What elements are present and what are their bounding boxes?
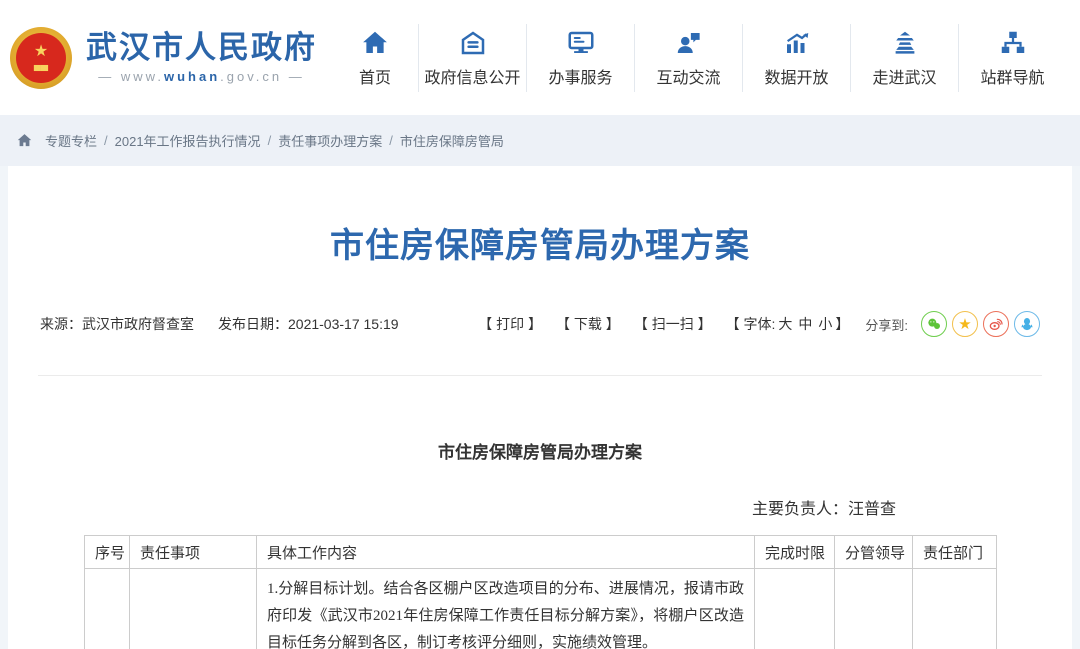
document-title: 市住房保障房管局办理方案 <box>8 438 1072 463</box>
print-button[interactable]: 【 打印 】 <box>478 314 542 334</box>
nav-item-services[interactable]: 办事服务 <box>526 24 634 92</box>
qzone-share-icon[interactable]: ★ <box>952 311 978 337</box>
sitemap-icon <box>998 28 1028 58</box>
emblem-star: ★ <box>34 44 48 60</box>
nav-item-interaction[interactable]: 互动交流 <box>634 24 742 92</box>
qq-share-icon[interactable] <box>1014 311 1040 337</box>
source-label: 来源： <box>40 314 82 334</box>
font-size-medium[interactable]: 中 <box>798 316 812 332</box>
responsible-leader: 主要负责人：汪普查 <box>84 495 996 519</box>
download-button[interactable]: 【 下载 】 <box>556 314 620 334</box>
cell-department <box>913 569 997 649</box>
share-label: 分享到: <box>865 315 908 334</box>
table-header-row: 序号 责任事项 具体工作内容 完成时限 分管领导 责任部门 <box>85 536 997 569</box>
article-meta-row: 来源：武汉市政府督查室 发布日期：2021-03-17 15:19 【 打印 】… <box>40 311 1040 337</box>
cell-item <box>130 569 257 649</box>
breadcrumb-separator: / <box>104 133 108 148</box>
font-size-widget: 【 字体:大中小】 <box>726 314 850 334</box>
article-toolbar: 【 打印 】 【 下载 】 【 扫一扫 】 【 字体:大中小】 分享到: ★ <box>464 311 1040 337</box>
breadcrumb-item-current: 市住房保障房管局 <box>400 131 504 150</box>
font-size-large[interactable]: 大 <box>778 316 792 332</box>
national-emblem-icon: ★ ▄▄ <box>10 27 72 89</box>
source-value: 武汉市政府督查室 <box>82 314 194 334</box>
cell-leader <box>835 569 913 649</box>
breadcrumb-item[interactable]: 2021年工作报告执行情况 <box>115 131 261 150</box>
nav-item-about-wuhan[interactable]: 走进武汉 <box>850 24 958 92</box>
font-size-small[interactable]: 小 <box>818 316 832 332</box>
home-icon <box>360 28 390 58</box>
cell-seq <box>85 569 130 649</box>
tower-icon <box>890 28 920 58</box>
breadcrumb-item[interactable]: 责任事项办理方案 <box>278 131 382 150</box>
document-area: 主要负责人：汪普查 序号 责任事项 具体工作内容 完成时限 分管领导 责任部门 <box>84 495 996 649</box>
publish-date-label: 发布日期： <box>218 314 288 334</box>
col-header-leader: 分管领导 <box>835 536 913 569</box>
scan-qr-button[interactable]: 【 扫一扫 】 <box>634 314 712 334</box>
data-chart-icon <box>782 28 812 58</box>
col-header-content: 具体工作内容 <box>257 536 755 569</box>
article-card: 市住房保障房管局办理方案 来源：武汉市政府督查室 发布日期：2021-03-17… <box>8 166 1072 649</box>
breadcrumb-item[interactable]: 专题专栏 <box>45 131 97 150</box>
page-title: 市住房保障房管局办理方案 <box>8 166 1072 267</box>
cell-content: 1.分解目标计划。结合各区棚户区改造项目的分布、进展情况，报请市政府印发《武汉市… <box>257 569 755 649</box>
breadcrumb-separator: / <box>268 133 272 148</box>
nav-item-home[interactable]: 首页 <box>332 24 418 92</box>
table-row: 1.分解目标计划。结合各区棚户区改造项目的分布、进展情况，报请市政府印发《武汉市… <box>85 569 997 649</box>
work-content-paragraph: 1.分解目标计划。结合各区棚户区改造项目的分布、进展情况，报请市政府印发《武汉市… <box>267 576 744 649</box>
weibo-share-icon[interactable] <box>983 311 1009 337</box>
meta-divider <box>38 375 1042 376</box>
site-logo[interactable]: ★ ▄▄ 武汉市人民政府 — www.wuhan.gov.cn — <box>10 27 317 89</box>
site-header: ★ ▄▄ 武汉市人民政府 — www.wuhan.gov.cn — 首页 政府信… <box>0 0 1080 115</box>
services-monitor-icon <box>566 28 596 58</box>
responsibility-table: 序号 责任事项 具体工作内容 完成时限 分管领导 责任部门 1.分解目标计划。结… <box>84 535 997 649</box>
nav-item-info-disclosure[interactable]: 政府信息公开 <box>418 24 526 92</box>
interaction-icon <box>674 28 704 58</box>
info-disclosure-icon <box>458 28 488 58</box>
nav-item-site-navigation[interactable]: 站群导航 <box>958 24 1066 92</box>
nav-item-open-data[interactable]: 数据开放 <box>742 24 850 92</box>
wechat-share-icon[interactable] <box>921 311 947 337</box>
site-name: 武汉市人民政府 <box>86 31 317 65</box>
breadcrumb-separator: / <box>389 133 393 148</box>
breadcrumb: 专题专栏 / 2021年工作报告执行情况 / 责任事项办理方案 / 市住房保障房… <box>0 115 1080 166</box>
main-nav: 首页 政府信息公开 办事服务 互动交流 数据开放 <box>332 24 1066 92</box>
breadcrumb-home-icon[interactable] <box>16 132 33 149</box>
site-url: — www.wuhan.gov.cn — <box>86 69 317 84</box>
col-header-department: 责任部门 <box>913 536 997 569</box>
publish-date-value: 2021-03-17 15:19 <box>288 316 399 332</box>
article-meta: 来源：武汉市政府督查室 发布日期：2021-03-17 15:19 <box>40 314 399 334</box>
share-icons: ★ <box>916 311 1040 337</box>
col-header-deadline: 完成时限 <box>755 536 835 569</box>
cell-deadline: 3月底 <box>755 569 835 649</box>
col-header-seq: 序号 <box>85 536 130 569</box>
col-header-item: 责任事项 <box>130 536 257 569</box>
